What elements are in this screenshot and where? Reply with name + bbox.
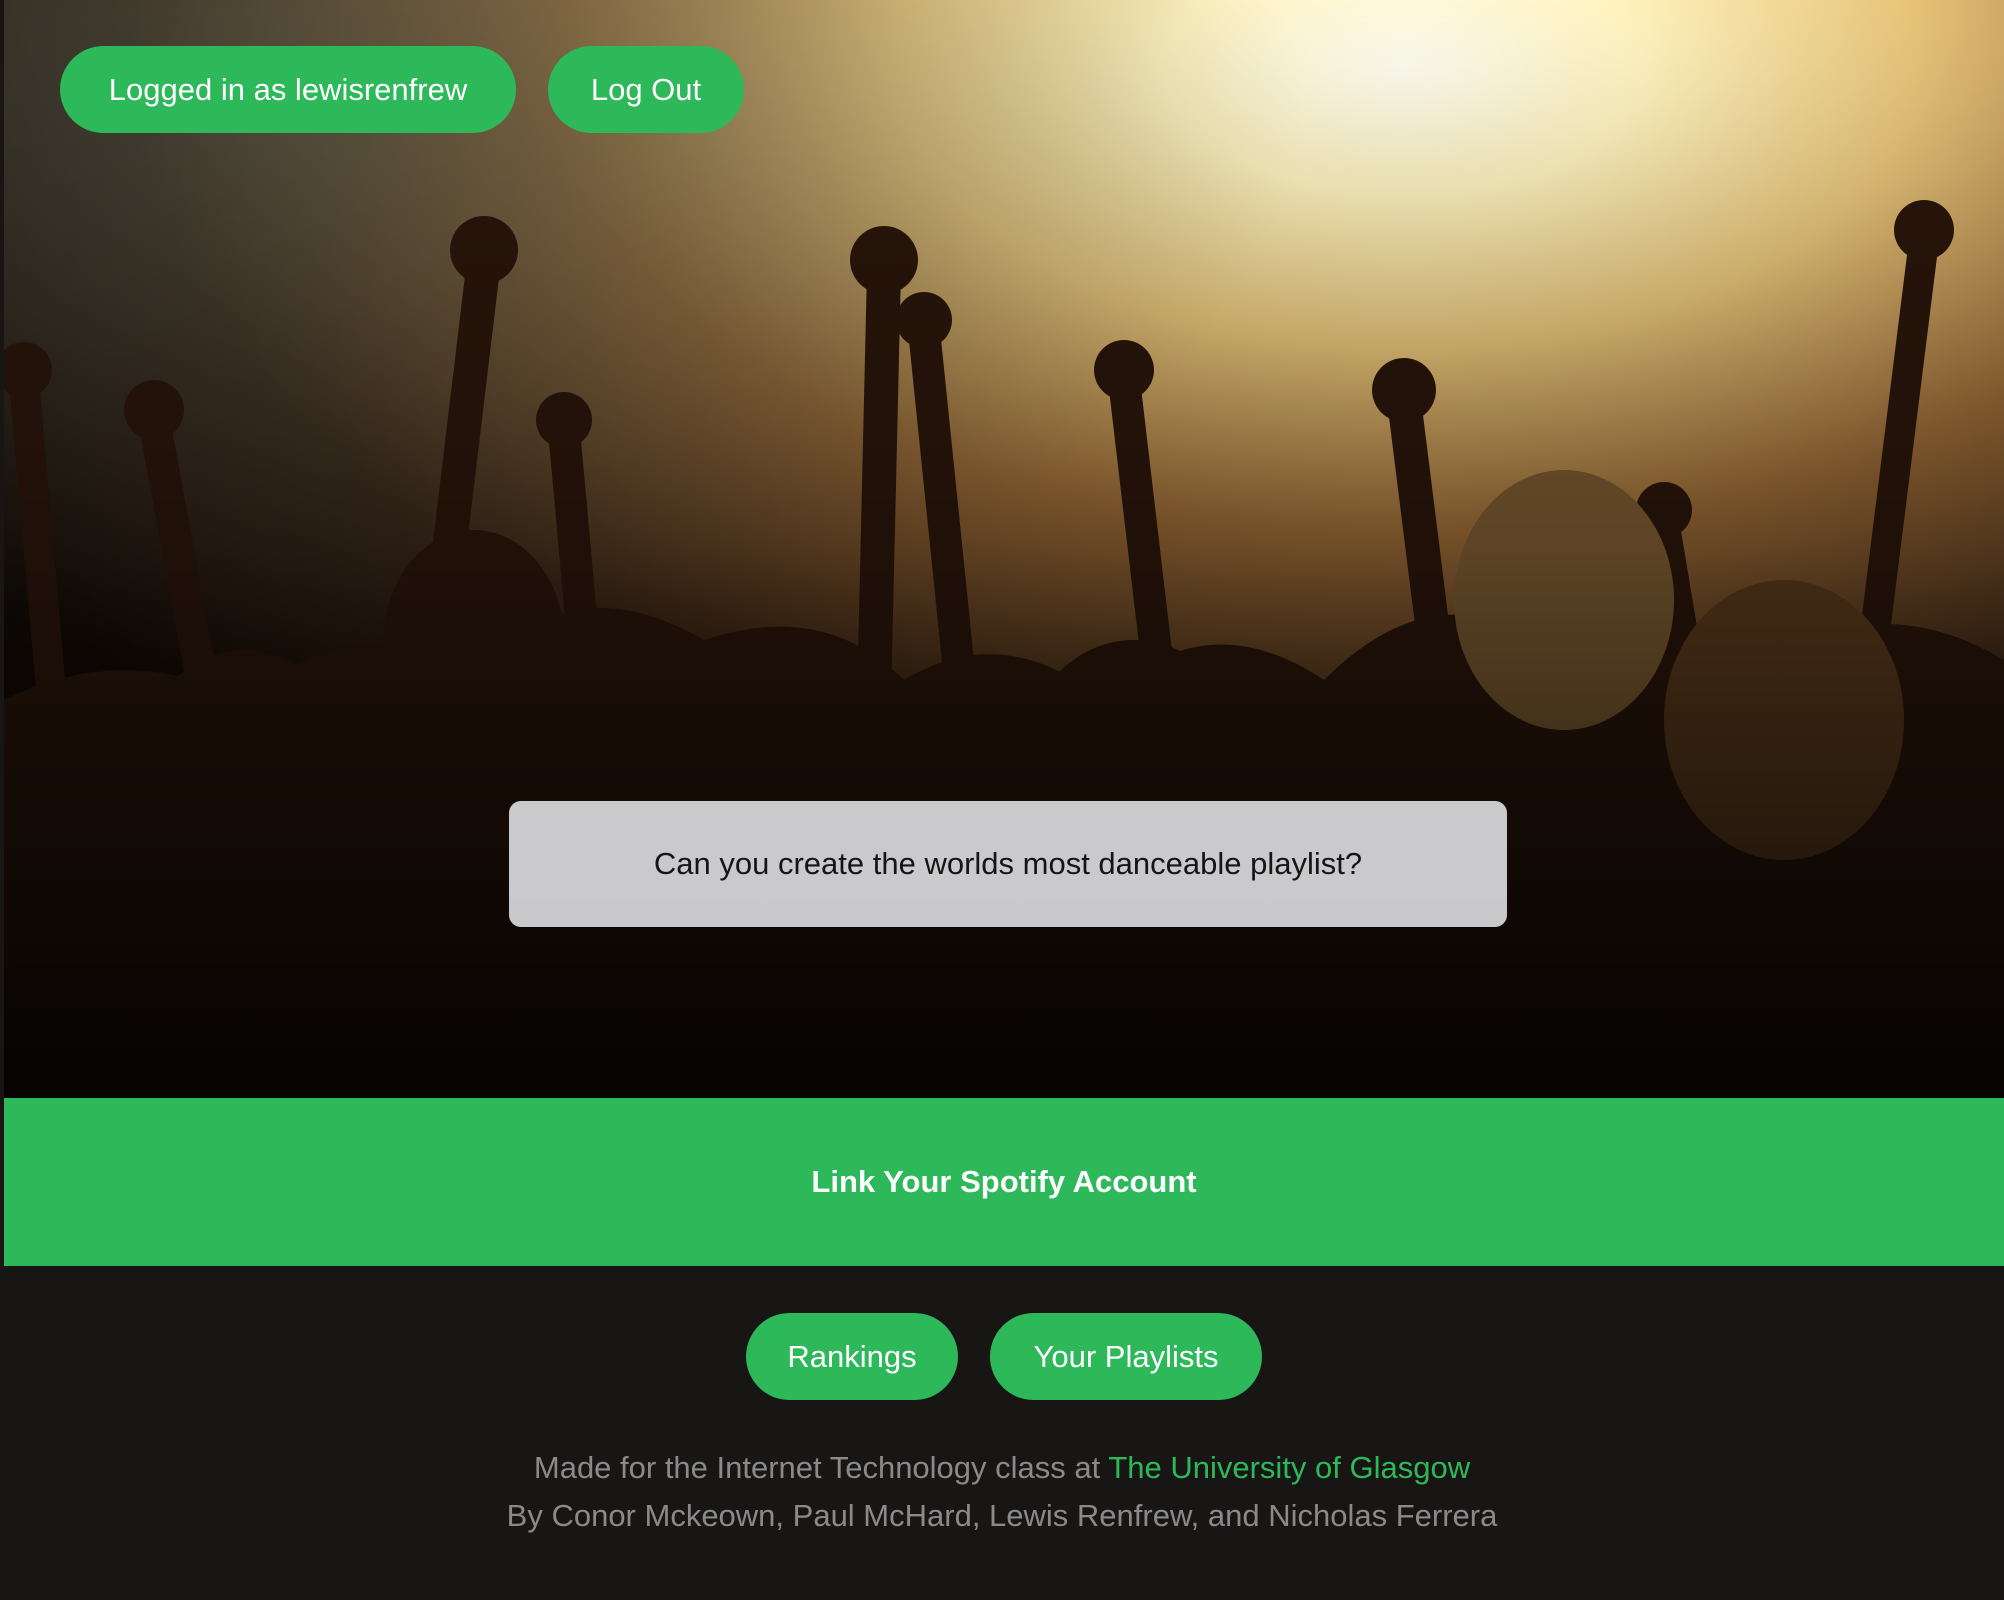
logged-in-user-button[interactable]: Logged in as lewisrenfrew [60, 46, 516, 133]
log-out-button[interactable]: Log Out [548, 46, 744, 133]
your-playlists-button[interactable]: Your Playlists [990, 1313, 1262, 1400]
footer-credit-line: Made for the Internet Technology class a… [0, 1450, 2004, 1486]
concert-crowd-image [4, 0, 2004, 1098]
page: Logged in as lewisrenfrew Log Out Can yo… [0, 0, 2004, 1600]
tagline-text: Can you create the worlds most danceable… [653, 846, 1363, 881]
hero-section: Logged in as lewisrenfrew Log Out Can yo… [4, 0, 2004, 1098]
rankings-button[interactable]: Rankings [746, 1313, 958, 1400]
footer-authors: By Conor Mckeown, Paul McHard, Lewis Ren… [506, 1498, 1498, 1533]
tagline-box: Can you create the worlds most danceable… [509, 801, 1507, 927]
university-of-glasgow-link[interactable]: The University of Glasgow [1108, 1450, 1470, 1485]
footer-made-for-text: Made for the Internet Technology class a… [533, 1450, 1109, 1485]
link-spotify-account-label: Link Your Spotify Account [811, 1164, 1197, 1199]
link-spotify-account-button[interactable]: Link Your Spotify Account [4, 1098, 2004, 1266]
